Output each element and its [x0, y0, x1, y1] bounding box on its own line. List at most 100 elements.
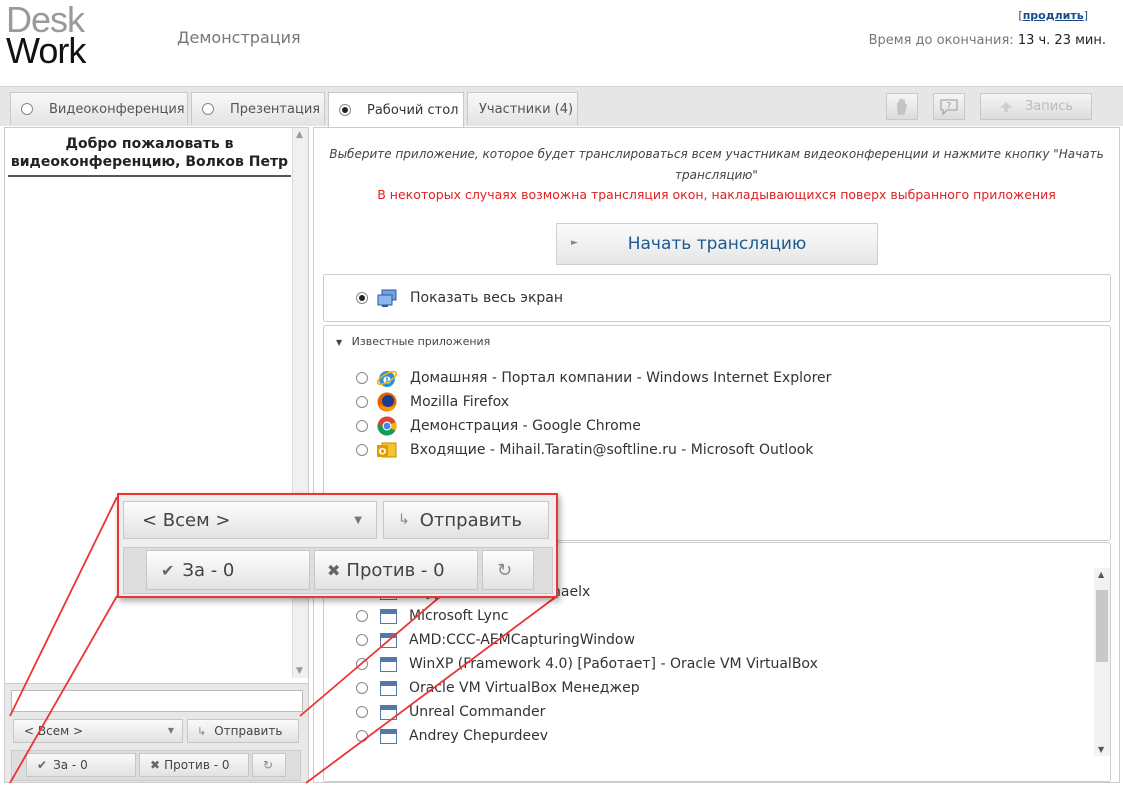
window-item[interactable]: Oracle VM VirtualBox Менеджер: [356, 678, 640, 698]
zoomed-controls-callout: < Всем > ▼ ↳ Отправить ✔ За - 0 ✖ Против…: [117, 493, 558, 598]
zoom-recipient-value: < Всем >: [142, 509, 231, 531]
window-label: Oracle VM VirtualBox Менеджер: [409, 680, 640, 696]
tab-participants-label: Участники (4): [479, 101, 574, 117]
tab-desktop[interactable]: Рабочий стол: [328, 92, 464, 127]
tab-bar: Видеоконференция Презентация Рабочий сто…: [0, 86, 1123, 127]
zoom-vote-against-label: Против - 0: [346, 559, 445, 581]
window-label: Unreal Commander: [409, 704, 546, 720]
chevron-down-icon: ▼: [354, 515, 362, 526]
check-icon: ✔: [37, 758, 48, 772]
record-label: Запись: [1024, 99, 1074, 114]
app-label: Демонстрация - Google Chrome: [410, 418, 641, 434]
window-icon: [380, 704, 397, 720]
windows-scrollbar[interactable]: ▲ ▼: [1094, 568, 1110, 756]
record-button[interactable]: Запись: [980, 93, 1092, 120]
recipient-select[interactable]: < Всем > ▼: [13, 719, 183, 743]
outlook-icon: O: [377, 442, 397, 458]
hand-icon: [897, 98, 907, 115]
cross-icon: ✖: [327, 560, 341, 580]
app-radio[interactable]: [356, 420, 368, 432]
window-radio[interactable]: [356, 730, 368, 742]
zoom-vote-against-button[interactable]: ✖ Против - 0: [314, 550, 478, 590]
send-button[interactable]: ↳ Отправить: [187, 719, 299, 743]
window-label: AMD:CCC-AEMCapturingWindow: [409, 632, 635, 648]
help-button[interactable]: ?: [933, 93, 965, 120]
app-label: Входящие - Mihail.Taratin@softline.ru - …: [410, 442, 814, 458]
zoom-send-button[interactable]: ↳ Отправить: [383, 501, 549, 539]
app-item-chrome[interactable]: Демонстрация - Google Chrome: [356, 416, 641, 436]
ie-icon: e: [376, 370, 398, 388]
vote-against-label: Против - 0: [164, 758, 230, 772]
tab-presentation[interactable]: Презентация: [191, 92, 325, 125]
app-label: Mozilla Firefox: [410, 394, 510, 410]
full-screen-label: Показать весь экран: [410, 290, 564, 306]
window-item[interactable]: WinXP (Framework 4.0) [Работает] - Oracl…: [356, 654, 818, 674]
extend-link[interactable]: продлить: [1023, 9, 1084, 22]
window-radio[interactable]: [356, 706, 368, 718]
send-button-label: Отправить: [214, 724, 283, 738]
chat-message-input[interactable]: [11, 690, 303, 712]
cross-icon: ✖: [150, 758, 161, 772]
extend-link-wrapper: [продлить]: [1018, 9, 1088, 22]
scroll-down-icon[interactable]: ▼: [1098, 745, 1104, 754]
scroll-up-icon[interactable]: ▲: [1098, 570, 1104, 579]
app-item-ie[interactable]: e Домашняя - Портал компании - Windows I…: [356, 368, 831, 388]
chat-panel: Добро пожаловать в видеоконференцию, Вол…: [4, 127, 309, 783]
refresh-icon: ↻: [263, 758, 274, 772]
raise-hand-button[interactable]: [886, 93, 918, 120]
vote-for-button[interactable]: ✔ За - 0: [26, 753, 136, 777]
scroll-thumb[interactable]: [1096, 590, 1108, 662]
refresh-button[interactable]: ↻: [252, 753, 286, 777]
tab-participants[interactable]: Участники (4): [467, 92, 578, 125]
zoom-refresh-button[interactable]: ↻: [482, 550, 534, 590]
svg-text:O: O: [379, 448, 387, 458]
known-apps-header[interactable]: ▼ Известные приложения: [336, 335, 490, 348]
window-radio[interactable]: [356, 634, 368, 646]
monitors-icon: [377, 289, 397, 307]
window-icon: [380, 680, 397, 696]
app-item-outlook[interactable]: O Входящие - Mihail.Taratin@softline.ru …: [356, 440, 813, 460]
chrome-icon: [377, 416, 397, 436]
window-label: WinXP (Framework 4.0) [Работает] - Oracl…: [409, 656, 818, 672]
start-broadcast-button[interactable]: ► Начать трансляцию: [556, 223, 878, 265]
app-radio[interactable]: [356, 372, 368, 384]
scroll-up-icon[interactable]: ▲: [296, 130, 303, 140]
share-instructions: Выберите приложение, которое будет транс…: [329, 147, 1104, 182]
time-remaining-value: 13 ч. 23 мин.: [1017, 33, 1106, 48]
overlay-warning: В некоторых случаях возможна трансляция …: [377, 187, 1056, 202]
play-icon: ►: [571, 238, 578, 248]
window-item[interactable]: AMD:CCC-AEMCapturingWindow: [356, 630, 635, 650]
tab-videoconference-radio[interactable]: [21, 103, 33, 115]
window-radio[interactable]: [356, 682, 368, 694]
app-radio[interactable]: [356, 396, 368, 408]
window-radio[interactable]: [356, 658, 368, 670]
recipient-select-value: < Всем >: [24, 724, 84, 738]
zoom-vote-for-button[interactable]: ✔ За - 0: [146, 550, 310, 590]
window-icon: [380, 656, 397, 672]
window-item[interactable]: Unreal Commander: [356, 702, 545, 722]
vote-against-button[interactable]: ✖ Против - 0: [139, 753, 249, 777]
question-icon: ?: [940, 98, 958, 116]
full-screen-option[interactable]: Показать весь экран: [356, 288, 563, 308]
full-screen-radio[interactable]: [356, 292, 368, 304]
window-label: Microsoft Lync: [409, 608, 509, 624]
window-radio[interactable]: [356, 610, 368, 622]
zoom-recipient-select[interactable]: < Всем > ▼: [123, 501, 377, 539]
app-radio[interactable]: [356, 444, 368, 456]
window-label: Andrey Chepurdeev: [409, 728, 549, 744]
chevron-down-icon: ▼: [167, 726, 174, 735]
tab-desktop-radio[interactable]: [339, 104, 351, 116]
app-item-firefox[interactable]: Mozilla Firefox: [356, 392, 509, 412]
window-item[interactable]: Andrey Chepurdeev: [356, 726, 548, 746]
tab-videoconference-label: Видеоконференция: [49, 101, 185, 117]
tab-presentation-radio[interactable]: [202, 103, 214, 115]
scroll-down-icon[interactable]: ▼: [296, 666, 303, 676]
refresh-icon: ↻: [497, 559, 513, 581]
window-item[interactable]: Microsoft Lync: [356, 606, 509, 626]
start-broadcast-label: Начать трансляцию: [627, 234, 807, 254]
app-label: Домашняя - Портал компании - Windows Int…: [410, 370, 832, 386]
send-arrow-icon: ↳: [398, 512, 410, 528]
header: Desk Work Демонстрация [продлить] Время …: [0, 0, 1123, 86]
tab-videoconference[interactable]: Видеоконференция: [10, 92, 188, 125]
tab-presentation-label: Презентация: [230, 101, 321, 117]
